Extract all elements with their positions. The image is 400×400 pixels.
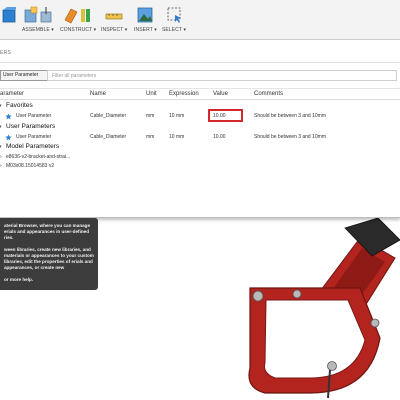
new-component-icon[interactable]	[24, 6, 38, 24]
toolbar: ASSEMBLE ▾ CONSTRUCT ▾ INSPECT ▾ INSERT …	[0, 0, 400, 40]
select-group[interactable]: SELECT ▾	[162, 2, 186, 33]
chevron-down-icon[interactable]: ▾	[0, 104, 2, 109]
parameter-expression[interactable]: 10 mm	[169, 132, 184, 142]
group-label: Model Parameters	[6, 143, 60, 150]
tooltip-text: or more help.	[4, 277, 34, 282]
divider	[0, 62, 400, 63]
parameter-name[interactable]: Cable_Diameter	[90, 111, 126, 121]
construct-group[interactable]: CONSTRUCT ▾	[60, 2, 96, 33]
chevron-right-icon[interactable]: ›	[0, 161, 2, 171]
favorites-group[interactable]: ▾ Favorites	[0, 101, 400, 111]
column-unit[interactable]: Unit	[146, 89, 157, 100]
inspect-label: INSPECT ▾	[101, 27, 128, 33]
parameter-value: 10.00	[213, 134, 226, 140]
parameter-comment[interactable]: Should be between 3 and 10mm	[254, 132, 326, 142]
insert-image-icon[interactable]	[137, 6, 153, 24]
table-row[interactable]: User Parameter Cable_Diameter mm 10 mm 1…	[0, 132, 400, 142]
joint-icon[interactable]	[40, 6, 52, 24]
measure-icon[interactable]	[105, 6, 123, 24]
insert-group[interactable]: INSERT ▾	[134, 2, 157, 33]
tooltip-text: ween libraries, create new libraries, an…	[4, 247, 94, 270]
select-label: SELECT ▾	[162, 27, 187, 33]
chevron-down-icon[interactable]: ▾	[0, 125, 2, 130]
parameter-unit[interactable]: mm	[146, 132, 154, 142]
table-row[interactable]: User Parameter Cable_Diameter mm 10 mm 1…	[0, 109, 400, 122]
parameter-type: User Parameter	[16, 113, 52, 119]
star-icon[interactable]	[5, 134, 12, 141]
user-parameters-group[interactable]: ▾ User Parameters	[0, 122, 400, 132]
midplane-icon[interactable]	[80, 6, 92, 24]
dialog-title: ERS	[0, 50, 12, 56]
select-icon[interactable]	[166, 6, 182, 24]
parameter-value: 10.00	[213, 113, 226, 119]
insert-label: INSERT ▾	[134, 27, 157, 33]
table-header: arameter Name Unit Expression Value Comm…	[0, 88, 400, 100]
column-value[interactable]: Value	[213, 89, 228, 100]
column-expression[interactable]: Expression	[169, 89, 199, 100]
parameter-comment[interactable]: Should be between 3 and 10mm	[254, 111, 326, 121]
list-item[interactable]: › M03x08.15014583 v2	[0, 161, 400, 171]
parameters-dialog: ERS User Parameter arameter Name Unit Ex…	[0, 40, 400, 218]
parameter-unit[interactable]: mm	[146, 111, 154, 121]
column-name[interactable]: Name	[90, 89, 106, 100]
assemble-label: ASSEMBLE ▾	[22, 27, 54, 33]
assemble-group[interactable]: ASSEMBLE ▾	[22, 2, 54, 33]
parameter-type: User Parameter	[16, 134, 52, 140]
construct-label: CONSTRUCT ▾	[60, 27, 97, 33]
bracket-model[interactable]	[248, 218, 400, 399]
column-parameter[interactable]: arameter	[0, 89, 24, 100]
parameter-expression[interactable]: 10 mm	[169, 111, 184, 121]
model-component-label: M03x08.15014583 v2	[6, 163, 55, 169]
star-icon[interactable]	[5, 113, 12, 120]
material-browser-tooltip: aterial Browser, where you can manage er…	[0, 218, 98, 290]
create-group[interactable]	[2, 2, 16, 27]
group-label: User Parameters	[6, 123, 56, 130]
filter-input[interactable]	[47, 70, 397, 81]
offset-plane-icon[interactable]	[64, 6, 78, 24]
solid-box-icon[interactable]	[2, 6, 16, 24]
chevron-down-icon[interactable]: ▾	[0, 145, 2, 150]
tooltip-text: aterial Browser, where you can manage er…	[4, 223, 91, 240]
inspect-group[interactable]: INSPECT ▾	[101, 2, 127, 33]
group-label: Favorites	[6, 102, 33, 109]
parameter-name[interactable]: Cable_Diameter	[90, 132, 126, 142]
column-comments[interactable]: Comments	[254, 89, 283, 100]
model-parameters-group[interactable]: ▾ Model Parameters	[0, 142, 400, 152]
